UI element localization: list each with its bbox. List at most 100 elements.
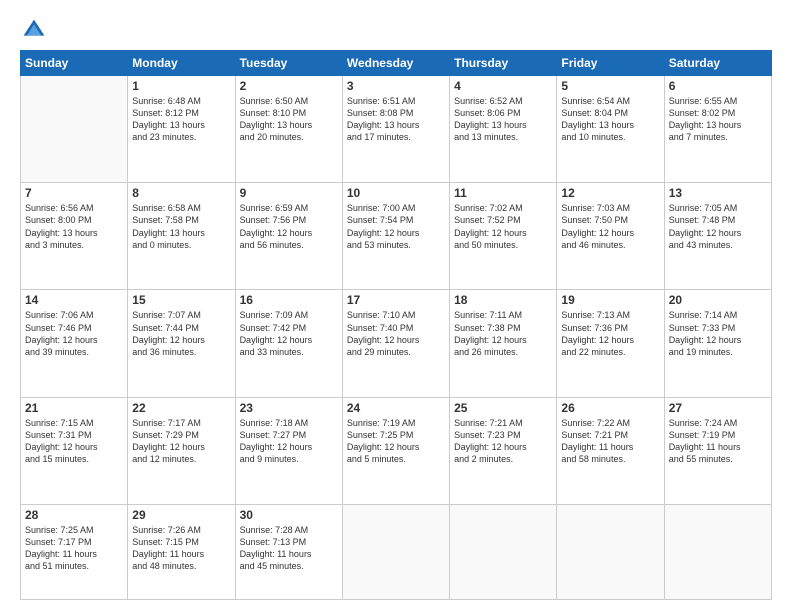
calendar-cell: 5 Sunrise: 6:54 AM Sunset: 8:04 PM Daylig… [557,76,664,183]
day-info: Sunrise: 7:00 AM Sunset: 7:54 PM Dayligh… [347,202,445,251]
day-number: 24 [347,401,445,415]
calendar-cell: 20 Sunrise: 7:14 AM Sunset: 7:33 PM Dayli… [664,290,771,397]
calendar-cell: 9Sunrise: 6:59 AM Sunset: 7:56 PM Daylig… [235,183,342,290]
col-header-tuesday: Tuesday [235,51,342,76]
day-info: Sunrise: 7:10 AM Sunset: 7:40 PM Dayligh… [347,309,445,358]
calendar-cell: 27 Sunrise: 7:24 AM Sunset: 7:19 PM Dayli… [664,397,771,504]
day-number: 28 [25,508,123,522]
logo-icon [22,18,46,42]
day-number: 4 [454,79,552,93]
col-header-friday: Friday [557,51,664,76]
day-info: Sunrise: 7:09 AM Sunset: 7:42 PM Dayligh… [240,309,338,358]
day-number: 9 [240,186,338,200]
day-number: 7 [25,186,123,200]
day-number: 17 [347,293,445,307]
day-info: Sunrise: 7:26 AM Sunset: 7:15 PM Dayligh… [132,524,230,573]
day-number: 16 [240,293,338,307]
header [20,18,772,42]
col-header-saturday: Saturday [664,51,771,76]
col-header-monday: Monday [128,51,235,76]
day-info: Sunrise: 7:13 AM Sunset: 7:36 PM Dayligh… [561,309,659,358]
calendar-cell: 21 Sunrise: 7:15 AM Sunset: 7:31 PM Dayli… [21,397,128,504]
day-info: Sunrise: 7:22 AM Sunset: 7:21 PM Dayligh… [561,417,659,466]
calendar-cell: 17 Sunrise: 7:10 AM Sunset: 7:40 PM Dayli… [342,290,449,397]
day-info: Sunrise: 7:03 AM Sunset: 7:50 PM Dayligh… [561,202,659,251]
calendar-cell: 16 Sunrise: 7:09 AM Sunset: 7:42 PM Dayli… [235,290,342,397]
calendar-table: SundayMondayTuesdayWednesdayThursdayFrid… [20,50,772,600]
calendar-cell: 13Sunrise: 7:05 AM Sunset: 7:48 PM Dayli… [664,183,771,290]
calendar-cell: 3 Sunrise: 6:51 AM Sunset: 8:08 PM Daylig… [342,76,449,183]
logo [20,18,50,42]
day-number: 14 [25,293,123,307]
col-header-wednesday: Wednesday [342,51,449,76]
calendar-row-5: 28 Sunrise: 7:25 AM Sunset: 7:17 PM Dayli… [21,504,772,599]
day-number: 23 [240,401,338,415]
day-info: Sunrise: 6:51 AM Sunset: 8:08 PM Dayligh… [347,95,445,144]
day-info: Sunrise: 7:18 AM Sunset: 7:27 PM Dayligh… [240,417,338,466]
calendar-cell: 6 Sunrise: 6:55 AM Sunset: 8:02 PM Daylig… [664,76,771,183]
calendar-cell: 11 Sunrise: 7:02 AM Sunset: 7:52 PM Dayli… [450,183,557,290]
day-number: 8 [132,186,230,200]
calendar-cell: 18 Sunrise: 7:11 AM Sunset: 7:38 PM Dayli… [450,290,557,397]
calendar-cell: 15 Sunrise: 7:07 AM Sunset: 7:44 PM Dayli… [128,290,235,397]
day-number: 10 [347,186,445,200]
day-number: 22 [132,401,230,415]
calendar-cell [557,504,664,599]
calendar-cell: 24 Sunrise: 7:19 AM Sunset: 7:25 PM Dayli… [342,397,449,504]
day-info: Sunrise: 7:15 AM Sunset: 7:31 PM Dayligh… [25,417,123,466]
day-number: 12 [561,186,659,200]
day-number: 18 [454,293,552,307]
day-info: Sunrise: 7:14 AM Sunset: 7:33 PM Dayligh… [669,309,767,358]
day-info: Sunrise: 6:55 AM Sunset: 8:02 PM Dayligh… [669,95,767,144]
day-info: Sunrise: 7:07 AM Sunset: 7:44 PM Dayligh… [132,309,230,358]
calendar-header-row: SundayMondayTuesdayWednesdayThursdayFrid… [21,51,772,76]
day-info: Sunrise: 6:48 AM Sunset: 8:12 PM Dayligh… [132,95,230,144]
day-number: 20 [669,293,767,307]
calendar-cell [664,504,771,599]
day-number: 5 [561,79,659,93]
calendar-cell: 19 Sunrise: 7:13 AM Sunset: 7:36 PM Dayli… [557,290,664,397]
day-info: Sunrise: 7:11 AM Sunset: 7:38 PM Dayligh… [454,309,552,358]
day-info: Sunrise: 7:17 AM Sunset: 7:29 PM Dayligh… [132,417,230,466]
col-header-thursday: Thursday [450,51,557,76]
calendar-cell: 4 Sunrise: 6:52 AM Sunset: 8:06 PM Daylig… [450,76,557,183]
day-info: Sunrise: 6:54 AM Sunset: 8:04 PM Dayligh… [561,95,659,144]
calendar-cell: 29 Sunrise: 7:26 AM Sunset: 7:15 PM Dayli… [128,504,235,599]
day-number: 26 [561,401,659,415]
col-header-sunday: Sunday [21,51,128,76]
day-number: 13 [669,186,767,200]
day-info: Sunrise: 6:58 AM Sunset: 7:58 PM Dayligh… [132,202,230,251]
calendar-cell: 23 Sunrise: 7:18 AM Sunset: 7:27 PM Dayli… [235,397,342,504]
calendar-cell [21,76,128,183]
day-number: 30 [240,508,338,522]
day-info: Sunrise: 6:56 AM Sunset: 8:00 PM Dayligh… [25,202,123,251]
calendar-cell: 7 Sunrise: 6:56 AM Sunset: 8:00 PM Daylig… [21,183,128,290]
calendar-cell: 2Sunrise: 6:50 AM Sunset: 8:10 PM Daylig… [235,76,342,183]
day-number: 21 [25,401,123,415]
day-info: Sunrise: 7:28 AM Sunset: 7:13 PM Dayligh… [240,524,338,573]
day-info: Sunrise: 6:50 AM Sunset: 8:10 PM Dayligh… [240,95,338,144]
calendar-row-1: 1Sunrise: 6:48 AM Sunset: 8:12 PM Daylig… [21,76,772,183]
calendar-cell: 8 Sunrise: 6:58 AM Sunset: 7:58 PM Daylig… [128,183,235,290]
calendar-cell: 30 Sunrise: 7:28 AM Sunset: 7:13 PM Dayli… [235,504,342,599]
page: SundayMondayTuesdayWednesdayThursdayFrid… [0,0,792,612]
calendar-cell: 28 Sunrise: 7:25 AM Sunset: 7:17 PM Dayli… [21,504,128,599]
calendar-cell [450,504,557,599]
day-info: Sunrise: 7:24 AM Sunset: 7:19 PM Dayligh… [669,417,767,466]
day-number: 19 [561,293,659,307]
day-info: Sunrise: 7:19 AM Sunset: 7:25 PM Dayligh… [347,417,445,466]
day-number: 29 [132,508,230,522]
day-number: 6 [669,79,767,93]
day-number: 15 [132,293,230,307]
day-info: Sunrise: 7:21 AM Sunset: 7:23 PM Dayligh… [454,417,552,466]
calendar-row-2: 7 Sunrise: 6:56 AM Sunset: 8:00 PM Daylig… [21,183,772,290]
day-number: 3 [347,79,445,93]
calendar-cell: 22 Sunrise: 7:17 AM Sunset: 7:29 PM Dayli… [128,397,235,504]
day-info: Sunrise: 7:02 AM Sunset: 7:52 PM Dayligh… [454,202,552,251]
day-info: Sunrise: 7:25 AM Sunset: 7:17 PM Dayligh… [25,524,123,573]
calendar-cell: 14Sunrise: 7:06 AM Sunset: 7:46 PM Dayli… [21,290,128,397]
day-number: 27 [669,401,767,415]
day-number: 11 [454,186,552,200]
calendar-cell: 26 Sunrise: 7:22 AM Sunset: 7:21 PM Dayli… [557,397,664,504]
day-info: Sunrise: 6:52 AM Sunset: 8:06 PM Dayligh… [454,95,552,144]
